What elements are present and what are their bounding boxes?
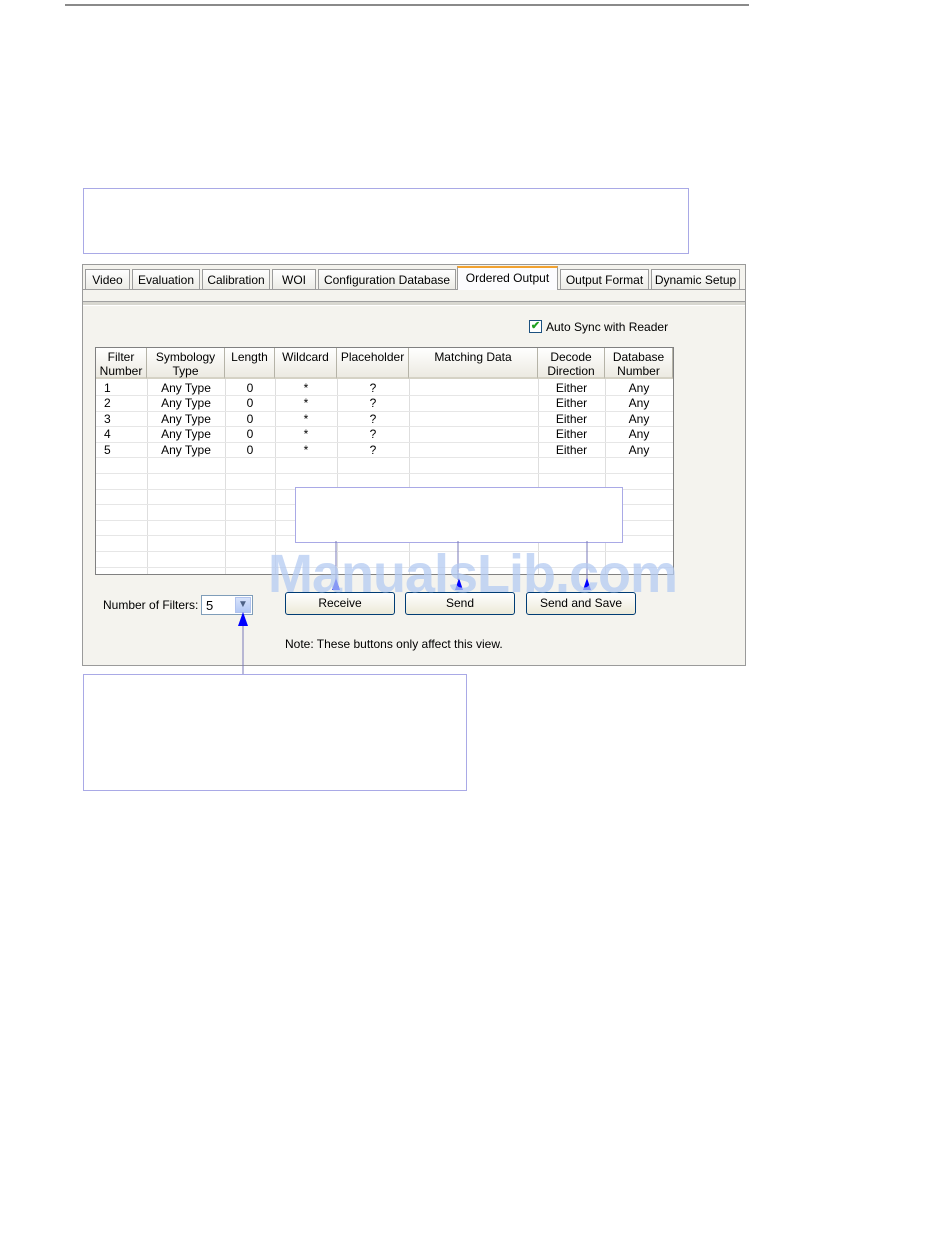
table-cell[interactable]: 1 (104, 381, 111, 395)
number-of-filters-value: 5 (206, 598, 214, 613)
column-header-line2: Direction (547, 364, 595, 378)
table-cell[interactable]: Any Type (147, 443, 225, 457)
send-and-save-button[interactable]: Send and Save (526, 592, 636, 615)
send-button[interactable]: Send (405, 592, 515, 615)
callout-box-buttons (295, 487, 623, 543)
column-header-line1: Filter (107, 350, 135, 364)
tab-woi[interactable]: WOI (272, 269, 316, 289)
table-cell[interactable]: 3 (104, 412, 111, 426)
table-cell[interactable]: 0 (225, 427, 275, 441)
tab-dynamic-setup[interactable]: Dynamic Setup (651, 269, 740, 289)
table-cell[interactable]: * (275, 427, 337, 441)
table-cell[interactable]: Any (605, 396, 673, 410)
number-of-filters-label: Number of Filters: (103, 598, 199, 612)
column-header[interactable]: Decode Direction (538, 348, 605, 379)
separator (83, 301, 745, 306)
table-cell[interactable]: Any (605, 381, 673, 395)
table-cell[interactable]: ? (337, 381, 409, 395)
grid-hline (96, 567, 673, 568)
column-header[interactable]: Database Number (605, 348, 673, 379)
column-header[interactable]: Symbology Type (147, 348, 225, 379)
tab-configuration-database[interactable]: Configuration Database (318, 269, 456, 289)
column-header-line1: Decode (550, 350, 592, 364)
table-cell[interactable] (409, 381, 538, 395)
auto-sync-label: Auto Sync with Reader (546, 320, 669, 334)
tab-calibration[interactable]: Calibration (202, 269, 270, 289)
table-cell[interactable]: ? (337, 412, 409, 426)
tab-evaluation[interactable]: Evaluation (132, 269, 200, 289)
table-cell[interactable]: 0 (225, 412, 275, 426)
table-cell[interactable]: 2 (104, 396, 111, 410)
table-cell[interactable]: Any Type (147, 381, 225, 395)
table-cell[interactable]: Either (538, 381, 605, 395)
table-cell[interactable]: * (275, 443, 337, 457)
table-cell[interactable]: * (275, 381, 337, 395)
buttons-note: Note: These buttons only affect this vie… (285, 637, 503, 651)
column-header-line2: Number (617, 364, 660, 378)
checkbox-check-icon[interactable]: ✔ (529, 320, 542, 333)
grid-hline (96, 473, 673, 474)
grid-hline (96, 551, 673, 552)
table-cell[interactable]: ? (337, 396, 409, 410)
table-cell[interactable]: * (275, 396, 337, 410)
chevron-down-icon[interactable]: ▼ (235, 597, 251, 613)
column-header-line1: Symbology (155, 350, 216, 364)
table-cell[interactable] (409, 427, 538, 441)
receive-button[interactable]: Receive (285, 592, 395, 615)
table-cell[interactable]: Any (605, 443, 673, 457)
table-cell[interactable]: Either (538, 427, 605, 441)
table-cell[interactable]: Either (538, 396, 605, 410)
column-header[interactable]: Wildcard (275, 348, 337, 379)
column-header-line1: Database (612, 350, 665, 364)
table-cell[interactable]: 4 (104, 427, 111, 441)
column-header-line2: Type (172, 364, 199, 378)
column-header-line1: Matching Data (434, 350, 512, 364)
callout-box-filters (83, 674, 467, 791)
column-header-line1: Length (231, 350, 268, 364)
table-cell[interactable]: Any (605, 412, 673, 426)
table-cell[interactable]: 0 (225, 443, 275, 457)
table-cell[interactable]: ? (337, 427, 409, 441)
table-cell[interactable]: Either (538, 412, 605, 426)
table-cell[interactable]: Any (605, 427, 673, 441)
table-cell[interactable]: Any Type (147, 396, 225, 410)
table-cell[interactable]: 5 (104, 443, 111, 457)
table-cell[interactable]: Any Type (147, 412, 225, 426)
column-header[interactable]: Filter Number (96, 348, 147, 379)
table-cell[interactable]: 0 (225, 396, 275, 410)
column-header[interactable]: Matching Data (409, 348, 538, 379)
number-of-filters-select[interactable]: 5 ▼ (201, 595, 253, 615)
table-cell[interactable]: * (275, 412, 337, 426)
tab-strip: Video Evaluation Calibration WOI Configu… (83, 265, 745, 303)
ordered-output-window: Video Evaluation Calibration WOI Configu… (82, 264, 746, 666)
table-cell[interactable] (409, 412, 538, 426)
table-cell[interactable] (409, 443, 538, 457)
column-header[interactable]: Placeholder (337, 348, 409, 379)
column-header-line1: Placeholder (340, 350, 405, 364)
column-header[interactable]: Length (225, 348, 275, 379)
table-cell[interactable]: ? (337, 443, 409, 457)
tab-video[interactable]: Video (85, 269, 130, 289)
tab-ordered-output[interactable]: Ordered Output (457, 266, 558, 290)
page-top-rule (65, 4, 749, 6)
tab-output-format[interactable]: Output Format (560, 269, 649, 289)
column-header-line1: Wildcard (282, 350, 329, 364)
table-cell[interactable] (409, 396, 538, 410)
callout-box-top (83, 188, 689, 254)
table-cell[interactable]: 0 (225, 381, 275, 395)
table-cell[interactable]: Any Type (147, 427, 225, 441)
table-cell[interactable]: Either (538, 443, 605, 457)
grid-hline (96, 457, 673, 458)
column-header-line2: Number (99, 364, 143, 378)
